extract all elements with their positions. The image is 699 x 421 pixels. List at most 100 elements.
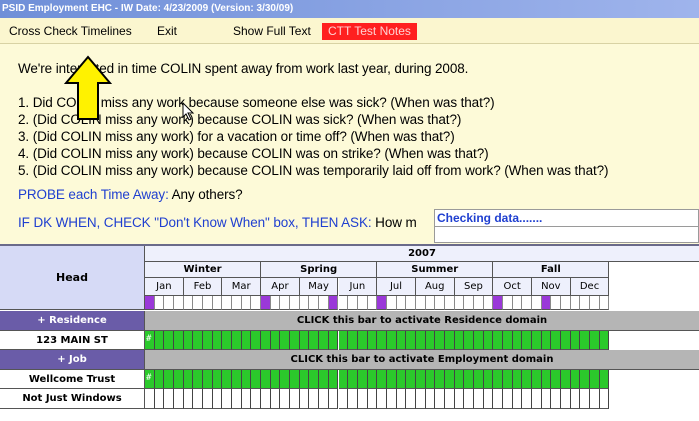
week-cell[interactable] [561, 296, 571, 310]
month-sep[interactable]: Sep [454, 278, 494, 296]
timeline-cell[interactable] [357, 369, 368, 389]
timeline-cell[interactable] [483, 369, 494, 389]
timeline-cell[interactable] [386, 389, 397, 409]
show-full-text-menu[interactable]: Show Full Text [233, 18, 311, 44]
week-cell[interactable] [406, 296, 416, 310]
timeline-cell[interactable] [599, 369, 610, 389]
timeline-cell[interactable] [357, 389, 368, 409]
timeline-cell[interactable] [425, 369, 436, 389]
week-cell[interactable] [328, 296, 339, 310]
timeline-cell[interactable] [580, 389, 591, 409]
week-cell[interactable] [319, 296, 329, 310]
timeline-cell[interactable] [570, 369, 581, 389]
timeline-cell[interactable] [251, 389, 262, 409]
timeline-cell[interactable] [203, 330, 213, 350]
timeline-cell[interactable] [183, 330, 194, 350]
timeline-cell[interactable] [174, 389, 184, 409]
row-label-1[interactable]: 123 MAIN ST [0, 330, 145, 350]
timeline-cell[interactable] [444, 389, 455, 409]
timeline-cell[interactable] [174, 330, 184, 350]
week-cell[interactable] [338, 296, 349, 310]
timeline-cell[interactable] [590, 330, 600, 350]
timeline-cell[interactable] [599, 330, 610, 350]
timeline-cell[interactable] [348, 389, 358, 409]
timeline-cell[interactable] [502, 330, 513, 350]
week-cell[interactable] [502, 296, 513, 310]
row-label-4[interactable]: Not Just Windows [0, 389, 145, 409]
timeline-cell[interactable] [299, 369, 310, 389]
timeline-cell[interactable] [580, 330, 591, 350]
week-cell[interactable] [280, 296, 291, 310]
timeline-cell[interactable] [232, 389, 242, 409]
exit-menu[interactable]: Exit [157, 18, 177, 44]
timeline-cell[interactable] [241, 369, 252, 389]
timeline-cell[interactable] [241, 389, 252, 409]
timeline-cell[interactable] [386, 330, 397, 350]
timeline-cell[interactable] [425, 389, 436, 409]
timeline-cell[interactable] [599, 389, 610, 409]
timeline-cell[interactable] [319, 389, 329, 409]
timeline-cell[interactable] [425, 330, 436, 350]
timeline-cell[interactable] [541, 369, 552, 389]
timeline-cell[interactable] [270, 369, 281, 389]
timeline-cell[interactable] [145, 389, 155, 409]
week-cell[interactable] [348, 296, 358, 310]
week-cell[interactable] [193, 296, 204, 310]
week-cell[interactable] [164, 296, 175, 310]
timeline-cell[interactable] [522, 330, 532, 350]
timeline-cell[interactable] [319, 369, 329, 389]
month-jan[interactable]: Jan [145, 278, 184, 296]
month-jun[interactable]: Jun [338, 278, 378, 296]
timeline-cell[interactable] [454, 369, 465, 389]
week-cell[interactable] [270, 296, 281, 310]
month-apr[interactable]: Apr [261, 278, 300, 296]
timeline-cell[interactable] [261, 330, 271, 350]
timeline-cell[interactable] [483, 330, 494, 350]
timeline-cell[interactable] [222, 330, 233, 350]
timeline-cell[interactable] [551, 369, 562, 389]
week-cell[interactable] [599, 296, 610, 310]
timeline-cell[interactable] [328, 330, 339, 350]
timeline-cell[interactable] [464, 369, 474, 389]
timeline-cell[interactable] [512, 389, 523, 409]
timeline-cell[interactable] [174, 369, 184, 389]
week-cell[interactable] [396, 296, 407, 310]
timeline-cell[interactable] [512, 369, 523, 389]
timeline-cell[interactable] [435, 330, 445, 350]
timeline-cell[interactable] [522, 369, 532, 389]
month-nov[interactable]: Nov [532, 278, 571, 296]
timeline-cell[interactable] [309, 369, 320, 389]
timeline-cell[interactable] [212, 330, 223, 350]
timeline-cell[interactable] [261, 369, 271, 389]
timeline-cell[interactable] [444, 369, 455, 389]
timeline-cell[interactable] [290, 389, 300, 409]
timeline-cell[interactable] [328, 369, 339, 389]
timeline-cell[interactable] [270, 389, 281, 409]
timeline-cell[interactable] [290, 330, 300, 350]
timeline-cell[interactable] [183, 369, 194, 389]
timeline-cell[interactable] [454, 389, 465, 409]
timeline-cell[interactable] [270, 330, 281, 350]
week-cell[interactable] [251, 296, 262, 310]
row-label-3[interactable]: Wellcome Trust [0, 369, 145, 389]
timeline-cell[interactable] [493, 369, 503, 389]
month-aug[interactable]: Aug [415, 278, 455, 296]
timeline-cell[interactable] [561, 330, 571, 350]
week-cell[interactable] [425, 296, 436, 310]
timeline-cell[interactable] [541, 389, 552, 409]
timeline-cell[interactable] [473, 330, 484, 350]
timeline-cell[interactable] [406, 369, 416, 389]
timeline-cell[interactable] [232, 330, 242, 350]
timeline-cell[interactable] [570, 389, 581, 409]
timeline-cell[interactable] [164, 389, 175, 409]
timeline-cell[interactable] [512, 330, 523, 350]
timeline-cell[interactable] [290, 369, 300, 389]
timeline-cell[interactable] [193, 389, 204, 409]
timeline-cell[interactable] [338, 389, 349, 409]
domain-activate-bar[interactable]: CLICK this bar to activate Residence dom… [145, 311, 699, 331]
timeline-cell[interactable] [309, 389, 320, 409]
timeline-cell[interactable] [193, 330, 204, 350]
month-dec[interactable]: Dec [570, 278, 610, 296]
timeline-cell[interactable] [502, 389, 513, 409]
month-may[interactable]: May [299, 278, 339, 296]
